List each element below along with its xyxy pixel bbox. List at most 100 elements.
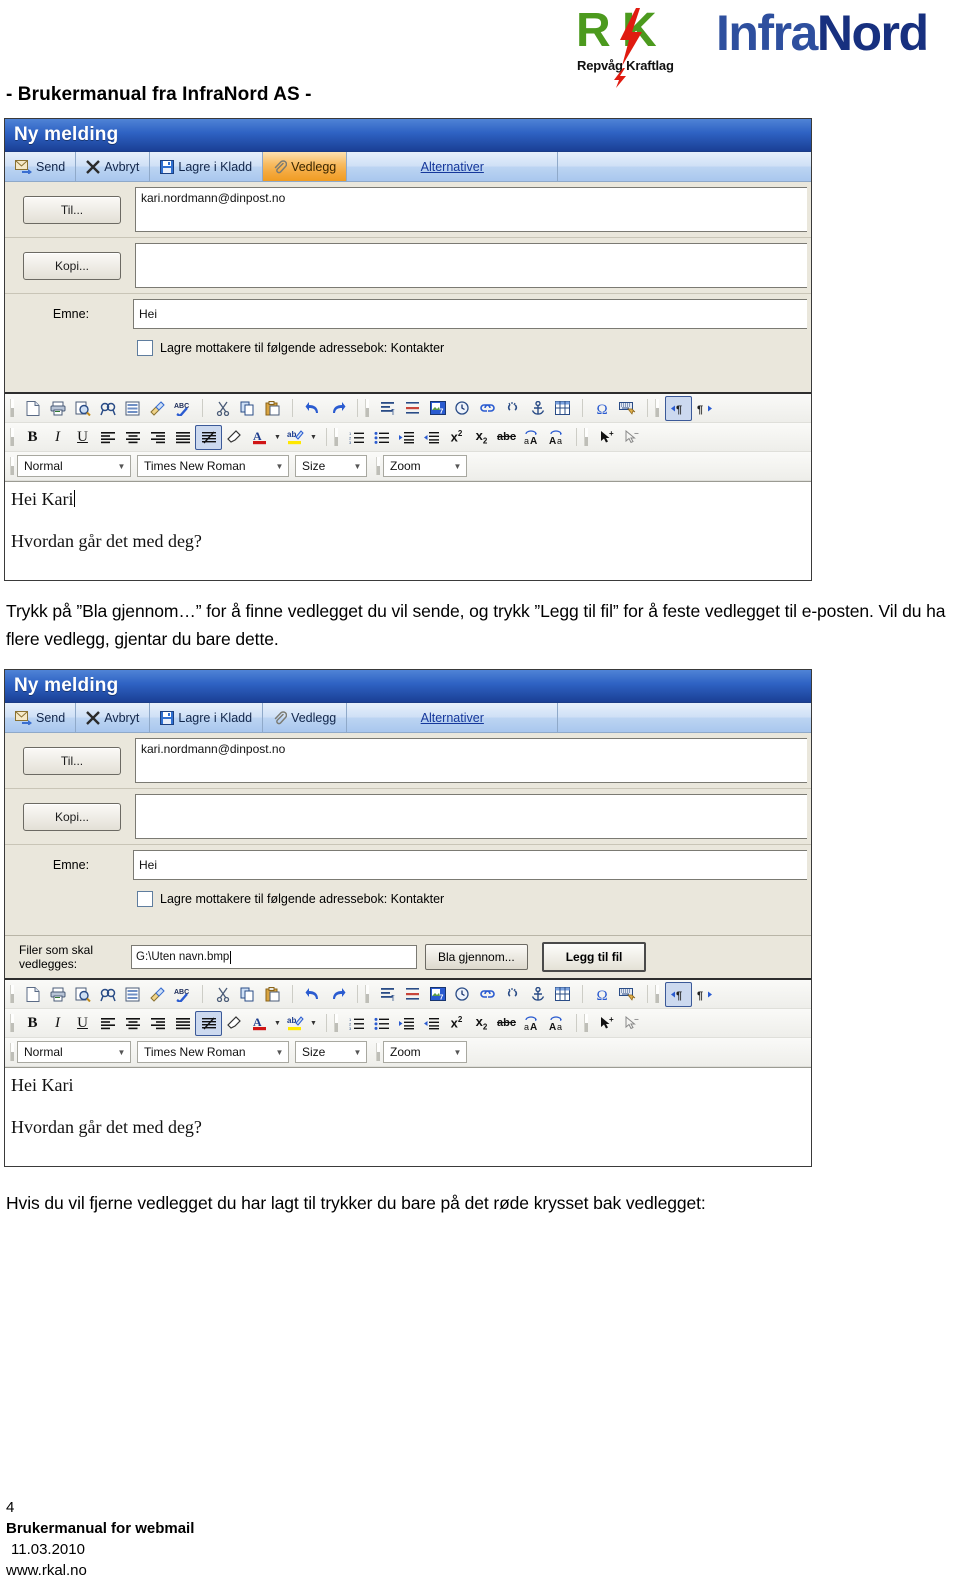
toolbar-grip[interactable] xyxy=(10,457,14,475)
toolbar-grip[interactable] xyxy=(10,1043,14,1061)
toolbar-grip[interactable] xyxy=(10,1014,14,1032)
find-icon[interactable] xyxy=(95,397,120,420)
rtl-direction-icon[interactable]: ¶ xyxy=(692,397,717,420)
copy-icon[interactable] xyxy=(235,397,260,420)
find-icon[interactable] xyxy=(95,983,120,1006)
indent-decrease-icon[interactable] xyxy=(419,1012,444,1035)
attachment-path-input[interactable]: G:\Uten navn.bmp xyxy=(131,945,417,969)
superscript-icon[interactable]: x2 xyxy=(444,1012,469,1035)
insert-time-icon[interactable] xyxy=(450,397,475,420)
toolbar-grip[interactable] xyxy=(334,1014,338,1032)
toolbar-grip[interactable] xyxy=(334,428,338,446)
insert-table-icon[interactable] xyxy=(550,983,575,1006)
ordered-list-icon[interactable]: 123 xyxy=(344,1012,369,1035)
unordered-list-icon[interactable] xyxy=(369,1012,394,1035)
undo-icon[interactable] xyxy=(300,983,325,1006)
insert-link-icon[interactable] xyxy=(475,397,500,420)
align-center-icon[interactable] xyxy=(120,426,145,449)
remove-format-icon[interactable] xyxy=(195,424,222,450)
toolbar-grip[interactable] xyxy=(10,985,14,1003)
redo-icon[interactable] xyxy=(325,983,350,1006)
print-icon[interactable] xyxy=(45,983,70,1006)
italic-icon[interactable]: I xyxy=(45,1012,70,1035)
subscript-icon[interactable]: x2 xyxy=(469,1012,494,1035)
save-recipients-row[interactable]: Lagre mottakere til følgende adressebok:… xyxy=(5,334,811,366)
attachment-tab[interactable]: Vedlegg xyxy=(263,152,348,181)
paste-icon[interactable] xyxy=(260,983,285,1006)
uppercase-icon[interactable]: aA xyxy=(519,1012,544,1035)
insert-link-icon[interactable] xyxy=(475,983,500,1006)
toolbar-grip[interactable] xyxy=(10,399,14,417)
unordered-list-icon[interactable] xyxy=(369,426,394,449)
paragraph-format-icon[interactable]: ¶ xyxy=(375,983,400,1006)
lowercase-icon[interactable]: Aa xyxy=(544,426,569,449)
font-family-select[interactable]: Times New Roman ▼ xyxy=(137,455,289,477)
undo-icon[interactable] xyxy=(300,397,325,420)
print-icon[interactable] xyxy=(45,397,70,420)
subscript-icon[interactable]: x2 xyxy=(469,426,494,449)
horizontal-rule-icon[interactable] xyxy=(400,983,425,1006)
keyboard-icon[interactable] xyxy=(615,983,640,1006)
special-character-omega-icon[interactable]: Ω xyxy=(590,397,615,420)
window2-message-body[interactable]: Hei Kari Hvordan går det med deg? xyxy=(5,1067,811,1166)
select-all-icon[interactable]: + xyxy=(594,1012,619,1035)
paintbrush-icon[interactable] xyxy=(145,983,170,1006)
paragraph-style-select[interactable]: Normal ▼ xyxy=(17,455,131,477)
select-none-icon[interactable]: − xyxy=(619,1012,644,1035)
spellcheck-abc-icon[interactable]: ABC xyxy=(170,983,195,1006)
align-right-icon[interactable] xyxy=(145,426,170,449)
toolbar-grip[interactable] xyxy=(584,1014,588,1032)
align-left-icon[interactable] xyxy=(95,426,120,449)
to-button[interactable]: Til... xyxy=(23,195,121,224)
copy-icon[interactable] xyxy=(235,983,260,1006)
to-button[interactable]: Til... xyxy=(23,746,121,775)
browse-button[interactable]: Bla gjennom... xyxy=(425,944,528,970)
align-justify-icon[interactable] xyxy=(170,426,195,449)
rtl-direction-icon[interactable]: ¶ xyxy=(692,983,717,1006)
new-document-icon[interactable] xyxy=(20,983,45,1006)
strikethrough-icon[interactable]: abc xyxy=(494,426,519,449)
toolbar-grip[interactable] xyxy=(365,399,369,417)
anchor-icon[interactable] xyxy=(525,983,550,1006)
save-draft-button[interactable]: Lagre i Kladd xyxy=(150,703,264,732)
underline-icon[interactable]: U xyxy=(70,426,95,449)
paragraph-style-select[interactable]: Normal ▼ xyxy=(17,1041,131,1063)
highlight-color-icon[interactable]: ab xyxy=(283,1012,308,1035)
cut-scissors-icon[interactable] xyxy=(210,983,235,1006)
indent-increase-icon[interactable] xyxy=(394,1012,419,1035)
align-left-icon[interactable] xyxy=(95,1012,120,1035)
highlight-color-dropdown-icon[interactable]: ▼ xyxy=(308,426,319,449)
toolbar-grip[interactable] xyxy=(365,985,369,1003)
subject-input[interactable]: Hei xyxy=(133,299,807,329)
superscript-icon[interactable]: x2 xyxy=(444,426,469,449)
remove-link-icon[interactable] xyxy=(500,983,525,1006)
strikethrough-icon[interactable]: abc xyxy=(494,1012,519,1035)
print-preview-icon[interactable] xyxy=(70,983,95,1006)
remove-link-icon[interactable] xyxy=(500,397,525,420)
special-character-omega-icon[interactable]: Ω xyxy=(590,983,615,1006)
toolbar-grip[interactable] xyxy=(376,457,380,475)
new-document-icon[interactable] xyxy=(20,397,45,420)
to-input[interactable]: kari.nordmann@dinpost.no xyxy=(135,187,807,232)
zoom-select[interactable]: Zoom ▼ xyxy=(383,455,467,477)
cc-input[interactable] xyxy=(135,794,807,839)
bold-icon[interactable]: B xyxy=(20,1012,45,1035)
toolbar-grip[interactable] xyxy=(376,1043,380,1061)
attachment-tab[interactable]: Vedlegg xyxy=(263,703,348,732)
insert-image-icon[interactable]: 7 xyxy=(425,983,450,1006)
cc-input[interactable] xyxy=(135,243,807,288)
paste-icon[interactable] xyxy=(260,397,285,420)
page-properties-icon[interactable] xyxy=(120,983,145,1006)
anchor-icon[interactable] xyxy=(525,397,550,420)
font-color-dropdown-icon[interactable]: ▼ xyxy=(272,426,283,449)
paragraph-format-icon[interactable]: ¶ xyxy=(375,397,400,420)
zoom-select[interactable]: Zoom ▼ xyxy=(383,1041,467,1063)
select-all-icon[interactable]: + xyxy=(594,426,619,449)
italic-icon[interactable]: I xyxy=(45,426,70,449)
subject-input[interactable]: Hei xyxy=(133,850,807,880)
align-justify-icon[interactable] xyxy=(170,1012,195,1035)
save-draft-button[interactable]: Lagre i Kladd xyxy=(150,152,264,181)
paintbrush-icon[interactable] xyxy=(145,397,170,420)
indent-increase-icon[interactable] xyxy=(394,426,419,449)
insert-time-icon[interactable] xyxy=(450,983,475,1006)
